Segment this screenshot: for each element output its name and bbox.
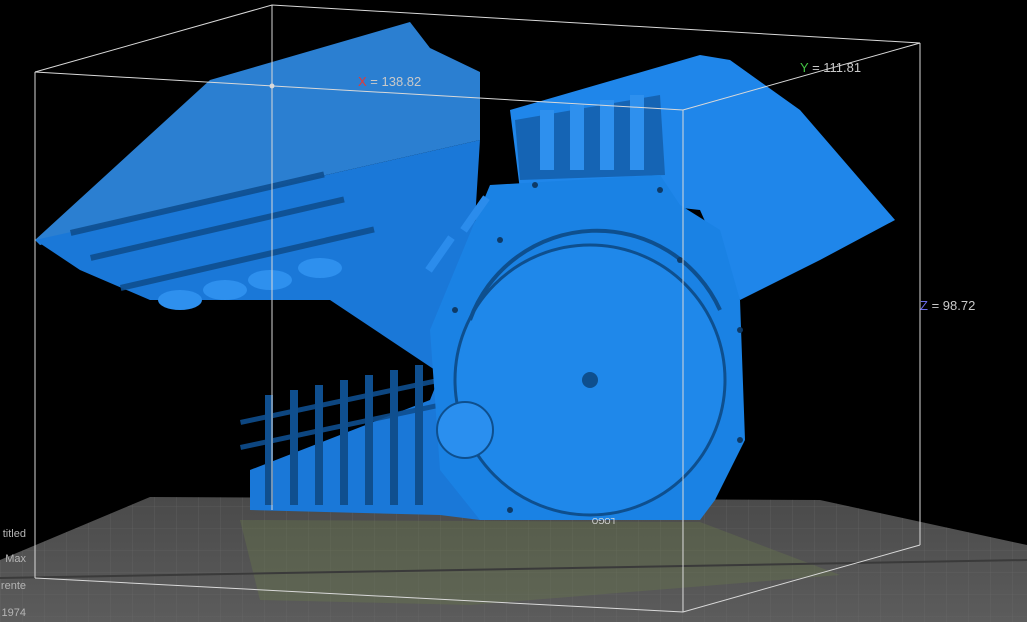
scene-canvas[interactable]: LOGO <box>0 0 1027 622</box>
axis-y-letter: Y <box>800 60 809 75</box>
info-row-year: 1974 <box>1 607 26 619</box>
3d-viewport[interactable]: LOGO X = 138.82 Y = 111.81 Z = 98.72 tit… <box>0 0 1027 622</box>
dimension-y-value: = 111.81 <box>812 60 862 75</box>
info-row-title: titled <box>2 528 26 540</box>
info-row-max: Max <box>5 553 26 565</box>
dimension-y-label: Y = 111.81 <box>800 60 861 75</box>
axis-x-letter: X <box>358 74 367 89</box>
info-row-rente: rente <box>0 580 26 592</box>
bed-engraving: LOGO <box>592 516 615 525</box>
dimension-x-value: = 138.82 <box>370 74 422 89</box>
dimension-z-value: = 98.72 <box>931 298 976 313</box>
axis-z-letter: Z <box>920 298 928 313</box>
dimension-z-label: Z = 98.72 <box>920 298 975 313</box>
dimension-x-label: X = 138.82 <box>358 74 421 89</box>
